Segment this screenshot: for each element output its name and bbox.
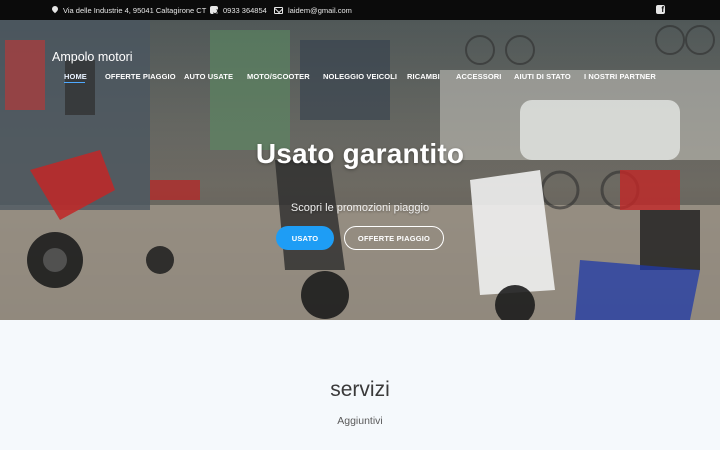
email-item[interactable]: laidem@gmail.com xyxy=(274,0,352,20)
nav-item-aiuti-di-stato[interactable]: AIUTI DI STATO xyxy=(514,72,571,81)
nav-active-underline xyxy=(64,82,85,83)
main-nav: HOME OFFERTE PIAGGIO AUTO USATE MOTO/SCO… xyxy=(0,72,720,84)
nav-item-moto-scooter[interactable]: MOTO/SCOOTER xyxy=(247,72,310,81)
address-item: Via delle Industrie 4, 95041 Caltagirone… xyxy=(52,0,206,20)
nav-item-ricambi[interactable]: RICAMBI xyxy=(407,72,440,81)
hero-subtitle: Scopri le promozioni piaggio xyxy=(290,202,430,214)
email-text[interactable]: laidem@gmail.com xyxy=(288,6,352,15)
hero-background-image xyxy=(0,20,720,320)
top-info-bar: Via delle Industrie 4, 95041 Caltagirone… xyxy=(0,0,720,20)
nav-item-accessori[interactable]: ACCESSORI xyxy=(456,72,502,81)
services-subtitle: Aggiuntivi xyxy=(337,415,383,427)
nav-item-noleggio-veicoli[interactable]: NOLEGGIO VEICOLI xyxy=(323,72,397,81)
nav-item-offerte-piaggio[interactable]: OFFERTE PIAGGIO xyxy=(105,72,176,81)
phone-icon xyxy=(210,6,218,14)
nav-item-i-nostri-partner[interactable]: I NOSTRI PARTNER xyxy=(584,72,656,81)
map-pin-icon xyxy=(52,6,58,14)
usato-button[interactable]: USATO xyxy=(276,226,334,250)
offerte-piaggio-button[interactable]: OFFERTE PIAGGIO xyxy=(344,226,444,250)
facebook-icon[interactable]: f xyxy=(656,5,665,14)
hero-title: Usato garantito xyxy=(255,138,465,169)
phone-item[interactable]: 0933 364854 xyxy=(210,0,267,20)
envelope-icon xyxy=(274,6,283,14)
address-text: Via delle Industrie 4, 95041 Caltagirone… xyxy=(63,5,207,15)
hero-banner: Ampolo motori HOME OFFERTE PIAGGIO AUTO … xyxy=(0,20,720,320)
nav-item-home[interactable]: HOME xyxy=(64,72,87,81)
brand-logo-text[interactable]: Ampolo motori xyxy=(52,50,133,64)
phone-text[interactable]: 0933 364854 xyxy=(223,6,267,15)
nav-item-auto-usate[interactable]: AUTO USATE xyxy=(184,72,233,81)
services-title: servizi xyxy=(330,378,390,401)
services-section: servizi Aggiuntivi xyxy=(0,320,720,450)
